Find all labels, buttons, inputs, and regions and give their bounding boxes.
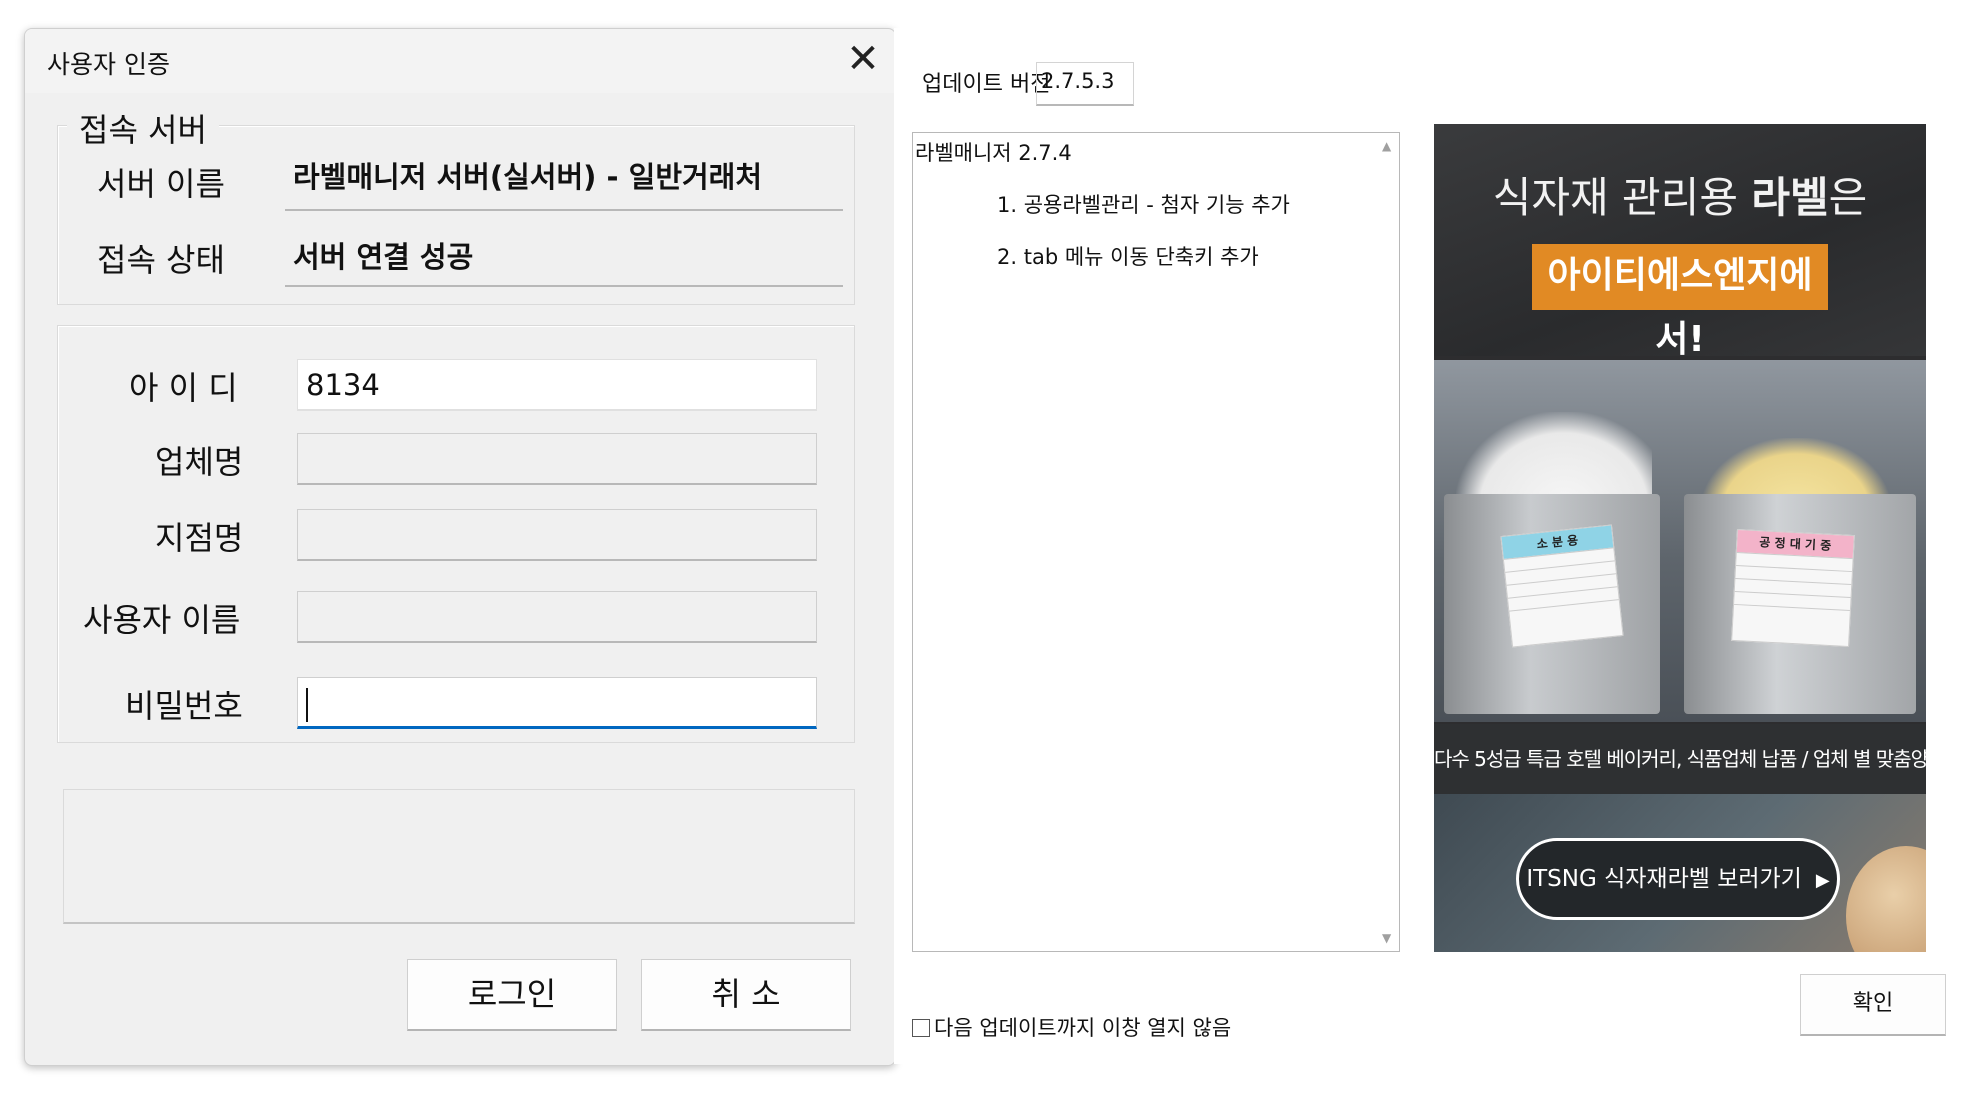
banner-caption: 다수 5성급 특급 호텔 베이커리, 식품업체 납품 / 업체 별 맞춤양식 제… [1434,724,1926,794]
id-input[interactable]: 8134 [297,359,817,411]
dialog-titlebar: 사용자 인증 ✕ [25,29,895,93]
banner-headline: 식자재 관리용 라벨은 [1492,173,1868,222]
password-label: 비밀번호 [125,687,243,725]
branch-label: 지점명 [155,519,244,557]
food-label-right: 공 정 대 기 중 [1731,528,1855,648]
advertisement-banner[interactable]: 식자재 관리용 라벨은 아이티에스엔지에서! 소 분 용 공 정 대 기 중 다… [1434,124,1926,952]
confirm-button[interactable]: 확인 [1800,974,1946,1036]
server-name-value: 라벨매니저 서버(실서버) - 일반거래처 [285,149,843,211]
release-notes-text: 라벨매니저 2.7.4 1. 공용라벨관리 - 첨자 기능 추가 2. tab … [915,137,1375,293]
branch-field [297,509,817,561]
username-field [297,591,817,643]
update-version-label: 업데이트 버전 [922,72,1051,97]
release-note-item: 1. 공용라벨관리 - 첨자 기능 추가 [997,193,1290,217]
username-label: 사용자 이름 [83,601,241,639]
connection-status-label: 접속 상태 [97,241,225,279]
login-button[interactable]: 로그인 [407,959,617,1031]
password-input[interactable] [297,677,817,729]
play-arrow-icon: ▶ [1815,870,1830,891]
dialog-title: 사용자 인증 [47,50,170,79]
company-field [297,433,817,485]
text-caret [306,688,308,722]
banner-header: 식자재 관리용 라벨은 아이티에스엔지에서! [1434,124,1926,360]
update-version-field: 2.7.5.3 [1036,62,1134,106]
cancel-button[interactable]: 취 소 [641,959,851,1031]
cta-label: ITSNG 식자재라벨 보러가기 [1526,866,1802,892]
banner-product-photo: 소 분 용 공 정 대 기 중 [1434,360,1926,722]
dont-show-again-label: 다음 업데이트까지 이창 열지 않음 [934,1016,1232,1040]
connection-status-value: 서버 연결 성공 [285,229,843,287]
server-name-label: 서버 이름 [97,165,225,203]
scroll-down-arrow-icon[interactable]: ▼ [1382,931,1391,945]
dont-show-again-row[interactable]: 다음 업데이트까지 이창 열지 않음 [912,1012,1231,1042]
banner-footer: ITSNG 식자재라벨 보러가기 ▶ [1434,794,1926,952]
close-icon[interactable]: ✕ [831,29,895,93]
release-notes-box[interactable]: 라벨매니저 2.7.4 1. 공용라벨관리 - 첨자 기능 추가 2. tab … [912,132,1400,952]
login-dialog: 사용자 인증 ✕ 접속 서버 서버 이름 라벨매니저 서버(실서버) - 일반거… [24,28,896,1066]
server-group-legend: 접속 서버 [67,105,219,151]
food-label-left: 소 분 용 [1500,524,1624,648]
company-label: 업체명 [155,443,244,481]
dont-show-again-checkbox[interactable] [912,1019,930,1037]
banner-company-badge: 아이티에스엔지에서! [1532,244,1828,360]
message-area [63,789,855,924]
release-notes-title: 라벨매니저 2.7.4 [915,141,1072,165]
release-notes-scrollbar[interactable]: ▲ ▼ [1379,133,1399,951]
itsng-label-link-button[interactable]: ITSNG 식자재라벨 보러가기 ▶ [1516,838,1840,920]
egg-image [1846,846,1926,952]
id-label: 아 이 디 [129,369,238,407]
release-note-item: 2. tab 메뉴 이동 단축키 추가 [997,245,1259,269]
scroll-up-arrow-icon[interactable]: ▲ [1382,139,1391,153]
update-panel: 업데이트 버전 2.7.5.3 라벨매니저 2.7.4 1. 공용라벨관리 - … [894,28,1964,1064]
